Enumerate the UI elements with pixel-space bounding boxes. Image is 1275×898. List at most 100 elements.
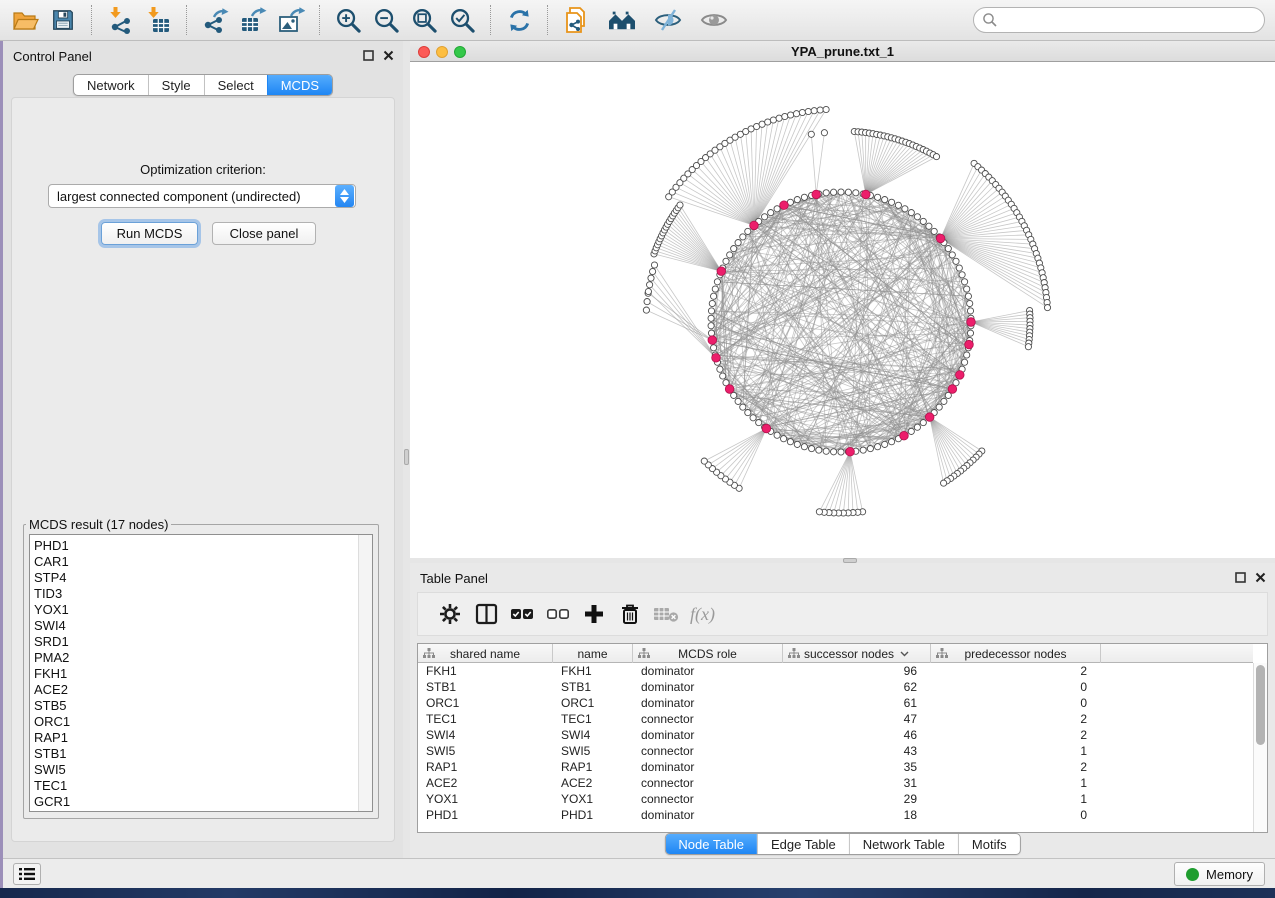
column-header-successor-nodes[interactable]: successor nodes: [783, 644, 931, 663]
close-panel-icon[interactable]: [382, 49, 395, 62]
memory-button[interactable]: Memory: [1174, 862, 1265, 886]
export-table-button[interactable]: [234, 2, 272, 38]
mcds-result-item[interactable]: ACE2: [30, 682, 372, 698]
refresh-button[interactable]: [500, 2, 538, 38]
criterion-select[interactable]: largest connected component (undirected): [48, 184, 356, 208]
tab-mcds[interactable]: MCDS: [267, 75, 332, 95]
search-field[interactable]: [973, 7, 1265, 33]
table-row[interactable]: STB1STB1dominator620: [418, 679, 1253, 695]
select-all-button[interactable]: [504, 596, 540, 632]
column-header-predecessor-nodes[interactable]: predecessor nodes: [931, 644, 1101, 663]
table-scrollbar[interactable]: [1253, 663, 1267, 832]
zoom-out-button[interactable]: [367, 2, 405, 38]
toggle-style-button[interactable]: [649, 2, 687, 38]
mcds-result-item[interactable]: TID3: [30, 586, 372, 602]
zoom-selected-button[interactable]: [443, 2, 481, 38]
table-row[interactable]: FKH1FKH1dominator962: [418, 663, 1253, 679]
mcds-result-item[interactable]: STB5: [30, 698, 372, 714]
run-mcds-button[interactable]: Run MCDS: [101, 222, 198, 245]
tab-style[interactable]: Style: [148, 75, 204, 95]
search-input[interactable]: [998, 13, 1256, 28]
delete-table-button[interactable]: [648, 596, 684, 632]
close-panel-button[interactable]: Close panel: [212, 222, 316, 245]
mcds-result-item[interactable]: TEC1: [30, 778, 372, 794]
export-image-button[interactable]: [272, 2, 310, 38]
mcds-result-item[interactable]: STP4: [30, 570, 372, 586]
table-body: FKH1FKH1dominator962STB1STB1dominator620…: [418, 663, 1253, 832]
table-row[interactable]: ORC1ORC1dominator610: [418, 695, 1253, 711]
search-icon: [982, 12, 998, 28]
table-row[interactable]: SWI4SWI4dominator462: [418, 727, 1253, 743]
mcds-result-item[interactable]: YOX1: [30, 602, 372, 618]
mcds-result-item[interactable]: ORC1: [30, 714, 372, 730]
mcds-result-item[interactable]: SRD1: [30, 634, 372, 650]
column-header-name[interactable]: name: [553, 644, 633, 663]
table-row[interactable]: PHD1PHD1dominator180: [418, 807, 1253, 823]
mcds-result-item[interactable]: GCR1: [30, 794, 372, 810]
birdseye-button[interactable]: [695, 2, 733, 38]
table-cell: TEC1: [418, 711, 553, 727]
open-file-button[interactable]: [6, 2, 44, 38]
add-column-button[interactable]: [576, 596, 612, 632]
deselect-all-button[interactable]: [540, 596, 576, 632]
clone-network-button[interactable]: [557, 2, 595, 38]
save-session-button[interactable]: [44, 2, 82, 38]
table-row[interactable]: YOX1YOX1connector291: [418, 791, 1253, 807]
function-builder-button[interactable]: f(x): [690, 604, 715, 625]
float-panel-icon[interactable]: [362, 49, 375, 62]
network-title: YPA_prune.txt_1: [410, 44, 1275, 59]
mcds-result-item[interactable]: SWI5: [30, 762, 372, 778]
table-toolbar: f(x): [417, 592, 1268, 636]
table-scrollbar-thumb[interactable]: [1256, 665, 1265, 745]
mcds-result-item[interactable]: STB1: [30, 746, 372, 762]
table-row[interactable]: TEC1TEC1connector472: [418, 711, 1253, 727]
table-cell: 2: [931, 711, 1101, 727]
tab-select[interactable]: Select: [204, 75, 267, 95]
column-type-icon: [788, 648, 800, 659]
mcds-list-scrollbar[interactable]: [358, 535, 372, 811]
table-cell: 1: [931, 791, 1101, 807]
table-settings-button[interactable]: [432, 596, 468, 632]
tab-motifs[interactable]: Motifs: [958, 834, 1020, 854]
import-table-button[interactable]: [139, 2, 177, 38]
mcds-result-item[interactable]: PMA2: [30, 650, 372, 666]
mcds-result-item[interactable]: PHD1: [30, 538, 372, 554]
column-label: name: [577, 647, 607, 661]
import-network-button[interactable]: [101, 2, 139, 38]
zoom-fit-button[interactable]: [405, 2, 443, 38]
table-row[interactable]: SWI5SWI5connector431: [418, 743, 1253, 759]
vertical-splitter[interactable]: [403, 41, 410, 858]
node-table[interactable]: shared name name MCDS rolesuccessor nodesp…: [417, 643, 1268, 833]
table-cell: PHD1: [418, 807, 553, 823]
houses-button[interactable]: [603, 2, 641, 38]
table-row[interactable]: RAP1RAP1dominator352: [418, 759, 1253, 775]
mcds-result-item[interactable]: CAR1: [30, 554, 372, 570]
optimization-criterion-label: Optimization criterion:: [12, 162, 394, 177]
tab-edge-table[interactable]: Edge Table: [757, 834, 849, 854]
toolbar-separator: [319, 5, 320, 35]
mcds-result-item[interactable]: FKH1: [30, 666, 372, 682]
show-columns-button[interactable]: [468, 596, 504, 632]
splitter-handle[interactable]: [404, 449, 409, 465]
mcds-result-listbox[interactable]: PHD1CAR1STP4TID3YOX1SWI4SRD1PMA2FKH1ACE2…: [29, 534, 373, 812]
table-cell: YOX1: [553, 791, 633, 807]
tab-node-table[interactable]: Node Table: [665, 834, 757, 854]
tab-network-table[interactable]: Network Table: [849, 834, 958, 854]
application-window: Control Panel NetworkStyleSelectMCDS Opt…: [0, 0, 1275, 898]
column-header-MCDS-role[interactable]: MCDS role: [633, 644, 783, 663]
network-canvas[interactable]: [410, 62, 1275, 558]
tab-network[interactable]: Network: [74, 75, 148, 95]
task-history-button[interactable]: [13, 863, 41, 885]
table-cell: 43: [783, 743, 931, 759]
toolbar-separator: [490, 5, 491, 35]
table-row[interactable]: ACE2ACE2connector311: [418, 775, 1253, 791]
export-network-button[interactable]: [196, 2, 234, 38]
mcds-result-item[interactable]: SWI4: [30, 618, 372, 634]
columns-icon: [475, 603, 498, 625]
delete-column-button[interactable]: [612, 596, 648, 632]
column-header-shared-name[interactable]: shared name: [418, 644, 553, 663]
zoom-in-button[interactable]: [329, 2, 367, 38]
mcds-result-item[interactable]: RAP1: [30, 730, 372, 746]
float-panel-icon[interactable]: [1234, 571, 1247, 584]
close-panel-icon[interactable]: [1254, 571, 1267, 584]
